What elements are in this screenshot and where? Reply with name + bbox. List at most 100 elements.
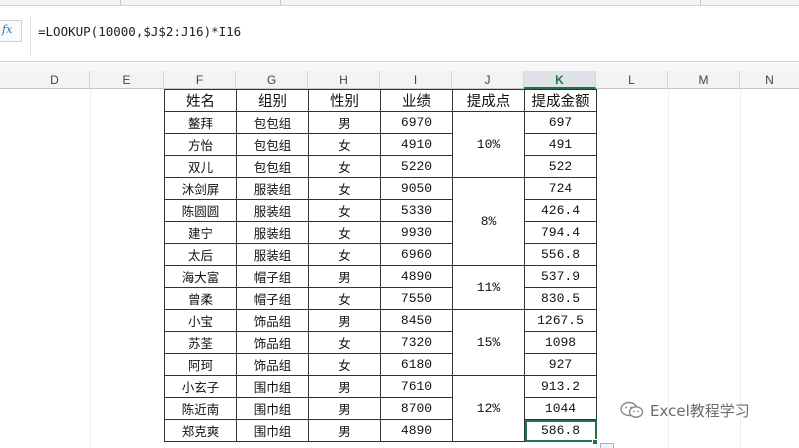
- cell-gender[interactable]: 女: [308, 199, 381, 222]
- cell-sales[interactable]: 6970: [380, 111, 453, 134]
- cell-group[interactable]: 包包组: [236, 155, 309, 178]
- column-header-j[interactable]: J: [452, 71, 524, 89]
- cell-rate[interactable]: 8%: [452, 177, 525, 266]
- cell-group[interactable]: 饰品组: [236, 309, 309, 332]
- header-gender[interactable]: 性别: [308, 89, 381, 112]
- cell-commission[interactable]: 830.5: [524, 287, 597, 310]
- cell-gender[interactable]: 女: [308, 331, 381, 354]
- cell-sales[interactable]: 8700: [380, 397, 453, 420]
- cell-sales[interactable]: 5330: [380, 199, 453, 222]
- cell-sales[interactable]: 9930: [380, 221, 453, 244]
- cell-group[interactable]: 服装组: [236, 177, 309, 200]
- cell-commission[interactable]: 724: [524, 177, 597, 200]
- column-header-h[interactable]: H: [308, 71, 380, 89]
- cell-name[interactable]: 太后: [164, 243, 237, 266]
- cell-commission[interactable]: 556.8: [524, 243, 597, 266]
- cell-commission[interactable]: 1267.5: [524, 309, 597, 332]
- cell-gender[interactable]: 男: [308, 397, 381, 420]
- paste-options-icon[interactable]: [600, 443, 614, 448]
- cell-name[interactable]: 小宝: [164, 309, 237, 332]
- cell-name[interactable]: 陈圆圆: [164, 199, 237, 222]
- cell-gender[interactable]: 男: [308, 309, 381, 332]
- column-header-n[interactable]: N: [740, 71, 799, 89]
- cell-name[interactable]: 小玄子: [164, 375, 237, 398]
- cell-group[interactable]: 服装组: [236, 243, 309, 266]
- cell-gender[interactable]: 男: [308, 111, 381, 134]
- cell-name[interactable]: 方怡: [164, 133, 237, 156]
- header-rate[interactable]: 提成点: [452, 89, 525, 112]
- cell-name[interactable]: 郑克爽: [164, 419, 237, 442]
- insert-function-button[interactable]: fx: [0, 20, 22, 42]
- cell-commission[interactable]: 426.4: [524, 199, 597, 222]
- cell-group[interactable]: 帽子组: [236, 265, 309, 288]
- formula-input[interactable]: =LOOKUP(10000,$J$2:J16)*I16: [38, 24, 241, 39]
- fill-handle[interactable]: [592, 439, 598, 445]
- cell-sales[interactable]: 5220: [380, 155, 453, 178]
- header-name[interactable]: 姓名: [164, 89, 237, 112]
- cell-sales[interactable]: 7610: [380, 375, 453, 398]
- cell-commission[interactable]: 537.9: [524, 265, 597, 288]
- cell-sales[interactable]: 9050: [380, 177, 453, 200]
- cell-gender[interactable]: 女: [308, 177, 381, 200]
- header-commission[interactable]: 提成金额: [524, 89, 597, 112]
- column-header-g[interactable]: G: [236, 71, 308, 89]
- header-sales[interactable]: 业绩: [380, 89, 453, 112]
- cell-gender[interactable]: 男: [308, 375, 381, 398]
- worksheet[interactable]: 姓名 组别 性别 业绩 提成点 提成金额 鳌拜 包包组 男 6970 10% 6…: [0, 89, 799, 448]
- cell-sales[interactable]: 6960: [380, 243, 453, 266]
- cell-name[interactable]: 阿珂: [164, 353, 237, 376]
- cell-name[interactable]: 陈近南: [164, 397, 237, 420]
- cell-commission[interactable]: 697: [524, 111, 597, 134]
- cell-group[interactable]: 饰品组: [236, 353, 309, 376]
- cell-commission[interactable]: 491: [524, 133, 597, 156]
- cell-commission[interactable]: 522: [524, 155, 597, 178]
- cell-name[interactable]: 沐剑屏: [164, 177, 237, 200]
- cell-commission[interactable]: 1044: [524, 397, 597, 420]
- cell-group[interactable]: 围巾组: [236, 419, 309, 442]
- column-header-l[interactable]: L: [596, 71, 668, 89]
- cell-group[interactable]: 服装组: [236, 199, 309, 222]
- cell-name[interactable]: 双儿: [164, 155, 237, 178]
- cell-gender[interactable]: 女: [308, 221, 381, 244]
- cell-sales[interactable]: 6180: [380, 353, 453, 376]
- cell-name[interactable]: 鳌拜: [164, 111, 237, 134]
- cell-gender[interactable]: 女: [308, 243, 381, 266]
- cell-commission[interactable]: 913.2: [524, 375, 597, 398]
- cell-commission[interactable]: 794.4: [524, 221, 597, 244]
- cell-gender[interactable]: 男: [308, 419, 381, 442]
- cell-group[interactable]: 帽子组: [236, 287, 309, 310]
- cell-rate[interactable]: 10%: [452, 111, 525, 178]
- cell-gender[interactable]: 女: [308, 287, 381, 310]
- cell-gender[interactable]: 女: [308, 353, 381, 376]
- cell-sales[interactable]: 8450: [380, 309, 453, 332]
- cell-gender[interactable]: 男: [308, 265, 381, 288]
- column-header-m[interactable]: M: [668, 71, 740, 89]
- cell-group[interactable]: 包包组: [236, 133, 309, 156]
- cell-commission[interactable]: 927: [524, 353, 597, 376]
- cell-group[interactable]: 饰品组: [236, 331, 309, 354]
- cell-group[interactable]: 服装组: [236, 221, 309, 244]
- cell-rate[interactable]: 11%: [452, 265, 525, 310]
- cell-group[interactable]: 包包组: [236, 111, 309, 134]
- cell-name[interactable]: 建宁: [164, 221, 237, 244]
- cell-sales[interactable]: 7320: [380, 331, 453, 354]
- cell-commission[interactable]: 1098: [524, 331, 597, 354]
- selected-cell-commission[interactable]: 586.8: [524, 419, 597, 442]
- cell-sales[interactable]: 7550: [380, 287, 453, 310]
- cell-name[interactable]: 海大富: [164, 265, 237, 288]
- column-header-k[interactable]: K: [524, 71, 596, 89]
- cell-group[interactable]: 围巾组: [236, 397, 309, 420]
- header-group[interactable]: 组别: [236, 89, 309, 112]
- cell-sales[interactable]: 4890: [380, 265, 453, 288]
- cell-gender[interactable]: 女: [308, 133, 381, 156]
- column-header-d[interactable]: D: [20, 71, 90, 89]
- cell-name[interactable]: 苏荃: [164, 331, 237, 354]
- cell-group[interactable]: 围巾组: [236, 375, 309, 398]
- column-header-e[interactable]: E: [90, 71, 164, 89]
- cell-sales[interactable]: 4910: [380, 133, 453, 156]
- cell-sales[interactable]: 4890: [380, 419, 453, 442]
- column-header-f[interactable]: F: [164, 71, 236, 89]
- cell-rate[interactable]: 15%: [452, 309, 525, 376]
- column-header-i[interactable]: I: [380, 71, 452, 89]
- cell-rate[interactable]: 12%: [452, 375, 525, 442]
